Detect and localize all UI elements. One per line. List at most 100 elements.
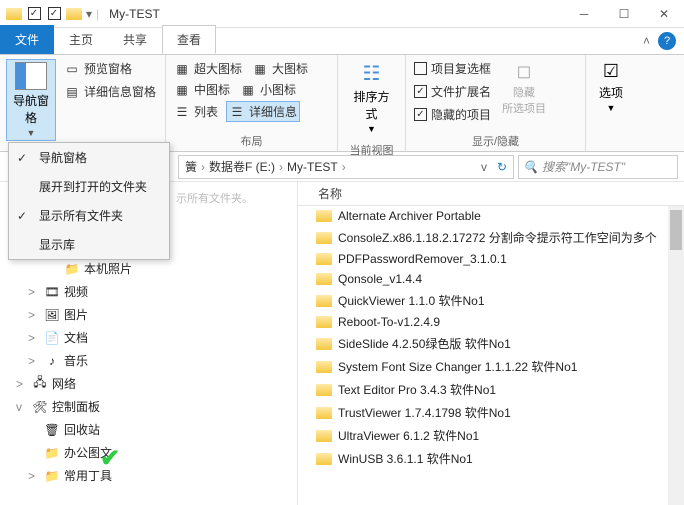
tree-node-label: 控制面板 — [52, 398, 100, 415]
dd-showall[interactable]: ✓ 显示所有文件夹 — [9, 201, 169, 230]
details-pane-button[interactable]: ▤ 详细信息窗格 — [62, 82, 158, 101]
preview-pane-label: 预览窗格 — [84, 60, 132, 77]
crumb-sep[interactable]: › — [199, 160, 207, 174]
options-button[interactable]: ☑ 选项 ▼ — [592, 59, 630, 115]
tree-node[interactable]: >🎞视频 — [0, 280, 297, 303]
file-list[interactable]: 名称 Alternate Archiver Portable ConsoleZ.x… — [298, 182, 684, 505]
file-row[interactable]: WinUSB 3.6.1.1 软件No1 — [298, 447, 684, 470]
file-row[interactable]: SideSlide 4.2.50绿色版 软件No1 — [298, 332, 684, 355]
file-row[interactable]: ConsoleZ.x86.1.18.2.17272 分割命令提示符工作空间为多个 — [298, 226, 684, 249]
layout-sm[interactable]: ▦小图标 — [238, 80, 298, 99]
folder-icon — [316, 273, 332, 285]
file-row[interactable]: Reboot-To-v1.2.4.9 — [298, 312, 684, 332]
tree-node[interactable]: v🛠控制面板 — [0, 395, 297, 418]
layout-list[interactable]: ☰列表 — [172, 101, 220, 122]
item-checkboxes[interactable]: 项目复选框 — [412, 59, 493, 78]
tree-node[interactable]: >♪音乐 — [0, 349, 297, 372]
chevron-down-icon: ▼ — [367, 124, 376, 134]
expand-icon[interactable]: > — [28, 354, 40, 368]
maximize-button[interactable]: ☐ — [604, 0, 644, 28]
file-row[interactable]: UltraViewer 6.1.2 软件No1 — [298, 424, 684, 447]
col-name-label: 名称 — [318, 185, 342, 202]
crumb-2[interactable]: My-TEST — [285, 160, 340, 174]
sort-label: 排序方式 — [351, 88, 393, 122]
file-name: UltraViewer 6.1.2 软件No1 — [338, 427, 479, 444]
tab-home[interactable]: 主页 — [54, 25, 108, 54]
close-button[interactable]: ✕ — [644, 0, 684, 28]
ribbon: 导航窗格 ▼ ▭ 预览窗格 ▤ 详细信息窗格 窗格 ▦超大图标 ▦大图标 — [0, 54, 684, 152]
file-ext[interactable]: ✓文件扩展名 — [412, 82, 493, 101]
crumb-0[interactable]: 簧 — [183, 158, 199, 175]
search-input[interactable]: 🔍 搜索"My-TEST" — [518, 155, 678, 179]
hide-selected-button[interactable]: ◻ 隐藏 所选项目 — [499, 59, 549, 118]
qa-folder-icon — [66, 8, 82, 20]
crumb-dropdown[interactable]: v — [479, 160, 489, 174]
tree-node[interactable]: >🖧网络 — [0, 372, 297, 395]
layout-xl[interactable]: ▦超大图标 — [172, 59, 244, 78]
pictures-icon: 🖼 — [44, 308, 60, 322]
dd-expand[interactable]: 展开到打开的文件夹 — [9, 172, 169, 201]
ext-label: 文件扩展名 — [431, 83, 491, 100]
vertical-scrollbar[interactable] — [668, 206, 684, 505]
tab-share[interactable]: 共享 — [108, 25, 162, 54]
nav-pane-button[interactable]: 导航窗格 ▼ — [6, 59, 56, 141]
details-icon: ☰ — [229, 104, 245, 120]
layout-details[interactable]: ☰详细信息 — [226, 101, 300, 122]
preview-pane-icon: ▭ — [64, 61, 80, 77]
collapse-ribbon-icon[interactable]: ˄ — [643, 34, 650, 48]
crumb-sep[interactable]: › — [277, 160, 285, 174]
file-row[interactable]: TrustViewer 1.7.4.1798 软件No1 — [298, 401, 684, 424]
network-icon: 🖧 — [32, 377, 48, 391]
check-icon: ✓ — [17, 209, 31, 223]
tree-node[interactable]: >🖼图片 — [0, 303, 297, 326]
tree-node[interactable]: 📁办公图文 — [0, 441, 297, 464]
hidden-items[interactable]: ✓隐藏的项目 — [412, 105, 493, 124]
expand-icon[interactable]: > — [28, 308, 40, 322]
file-row[interactable]: PDFPasswordRemover_3.1.0.1 — [298, 249, 684, 269]
tree-node[interactable]: 📁本机照片 — [0, 257, 297, 280]
column-header-name[interactable]: 名称 — [298, 182, 684, 206]
layout-list-label: 列表 — [194, 103, 218, 120]
details-pane-label: 详细信息窗格 — [84, 83, 156, 100]
qa-checkbox-2[interactable]: ✓ — [46, 6, 62, 22]
file-row[interactable]: System Font Size Changer 1.1.1.22 软件No1 — [298, 355, 684, 378]
help-button[interactable]: ? — [658, 32, 676, 50]
file-row[interactable]: Text Editor Pro 3.4.3 软件No1 — [298, 378, 684, 401]
qa-dropdown[interactable]: ▾ — [86, 7, 92, 21]
refresh-icon[interactable]: ↻ — [495, 160, 509, 174]
crumb-1[interactable]: 数据卷F (E:) — [207, 158, 277, 175]
dd-navpane[interactable]: ✓导航窗格 — [9, 143, 169, 172]
file-name: Alternate Archiver Portable — [338, 209, 481, 223]
tab-view[interactable]: 查看 — [162, 25, 216, 54]
dd-showlib[interactable]: 显示库 — [9, 230, 169, 259]
tree-node[interactable]: >📄文档 — [0, 326, 297, 349]
checkboxes-label: 项目复选框 — [431, 60, 491, 77]
tree-node[interactable]: 🗑回收站 — [0, 418, 297, 441]
expand-icon[interactable]: > — [28, 331, 40, 345]
dd-showall-label: 显示所有文件夹 — [39, 207, 123, 224]
sort-button[interactable]: ☷ 排序方式 ▼ — [347, 59, 397, 136]
file-row[interactable]: QuickViewer 1.1.0 软件No1 — [298, 289, 684, 312]
expand-icon[interactable]: > — [16, 377, 28, 391]
minimize-button[interactable]: ─ — [564, 0, 604, 28]
layout-md-label: 中图标 — [194, 81, 230, 98]
music-icon: ♪ — [44, 354, 60, 368]
preview-pane-button[interactable]: ▭ 预览窗格 — [62, 59, 158, 78]
tree-node-label: 本机照片 — [84, 260, 132, 277]
expand-icon[interactable]: v — [16, 400, 28, 414]
file-row[interactable]: Qonsole_v1.4.4 — [298, 269, 684, 289]
nav-pane-label: 导航窗格 — [11, 92, 51, 126]
expand-icon[interactable]: > — [28, 469, 40, 483]
tab-file[interactable]: 文件 — [0, 25, 54, 54]
expand-icon[interactable]: > — [28, 285, 40, 299]
layout-md[interactable]: ▦中图标 — [172, 80, 232, 99]
crumb-sep[interactable]: › — [340, 160, 348, 174]
folder-icon — [316, 295, 332, 307]
folder-icon — [316, 384, 332, 396]
layout-lg[interactable]: ▦大图标 — [250, 59, 310, 78]
tree-node-label: 视频 — [64, 283, 88, 300]
qa-checkbox-1[interactable]: ✓ — [26, 6, 42, 22]
tree-node[interactable]: >📁常用丁具 — [0, 464, 297, 487]
scrollbar-thumb[interactable] — [670, 210, 682, 250]
file-row[interactable]: Alternate Archiver Portable — [298, 206, 684, 226]
